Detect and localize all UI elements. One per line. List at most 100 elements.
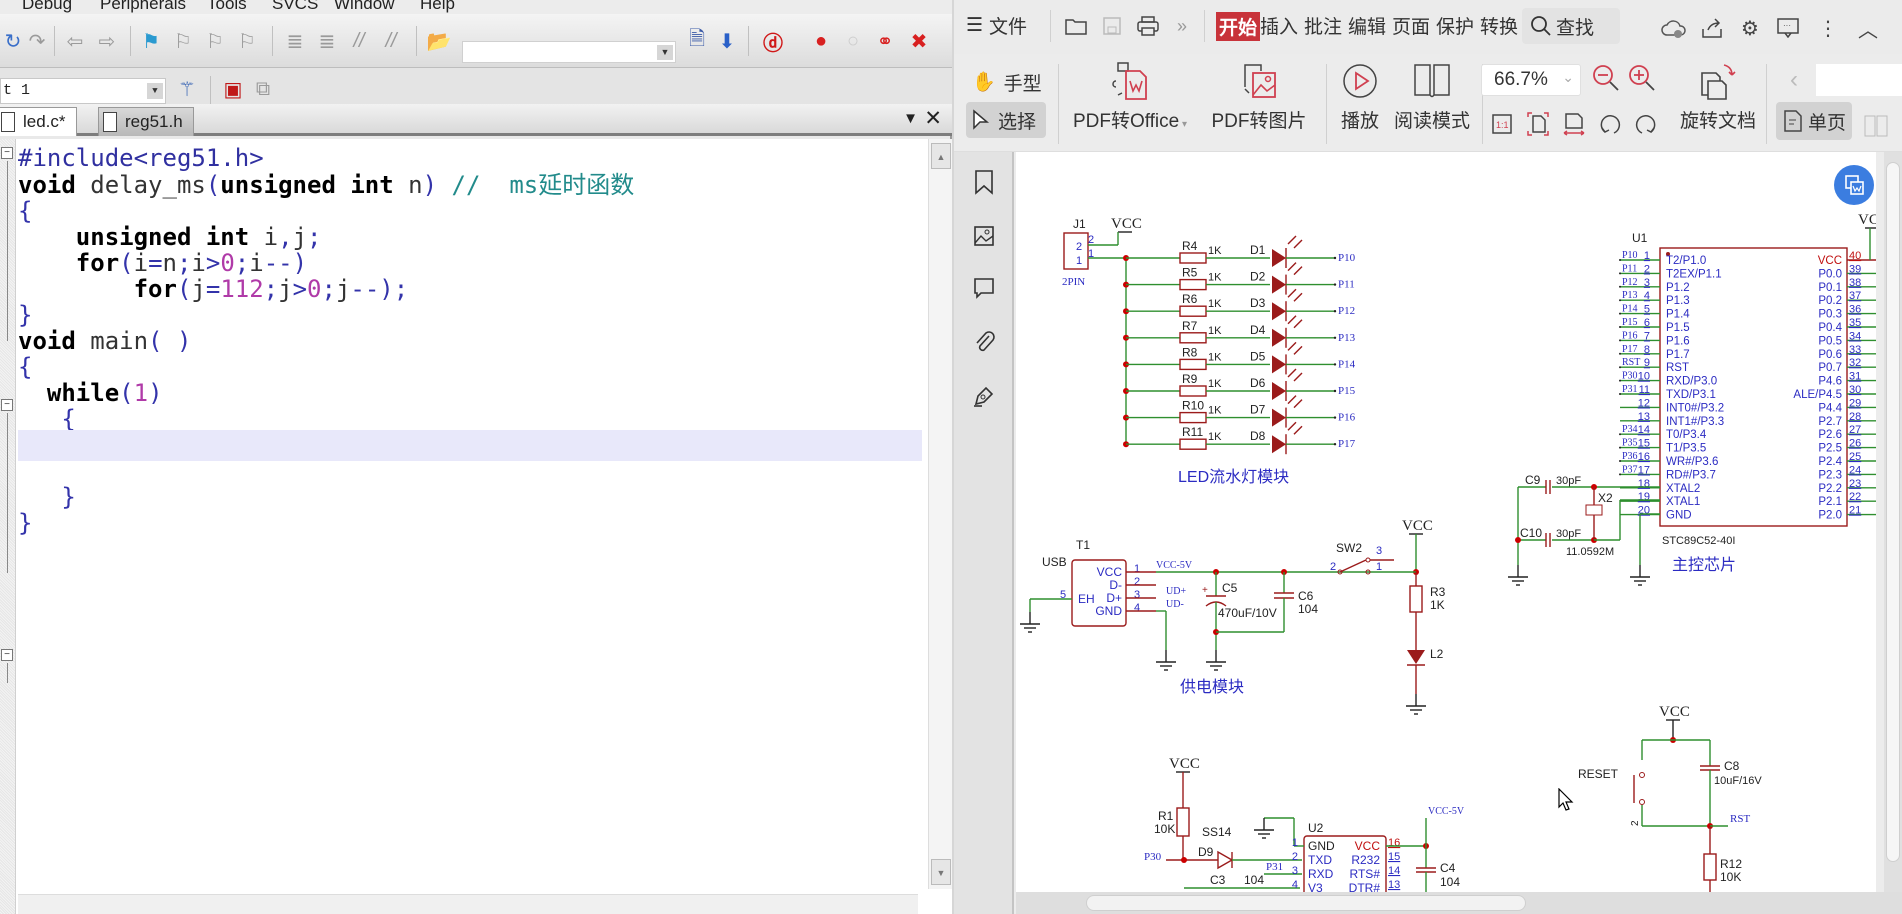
toolbar-separator (54, 26, 55, 56)
fold-toggle-icon[interactable]: − (1, 649, 13, 661)
pin-net: P30 (1622, 371, 1638, 382)
tab-edit[interactable]: 编辑 (1348, 12, 1386, 39)
pdf-to-office-button[interactable]: PDF转Office ▾ (1070, 56, 1190, 133)
nav-back-icon[interactable]: ⇦ (62, 28, 88, 54)
pdf-horizontal-scrollbar[interactable] (1016, 892, 1902, 914)
target-select[interactable]: t 1 ▼ (0, 78, 166, 104)
switch-ref: SW2 (1336, 541, 1362, 555)
vcc-label: VCC (1169, 756, 1200, 772)
share-icon[interactable] (1698, 14, 1726, 42)
breakpoint-disable-all-icon[interactable]: ⚭ (872, 28, 898, 54)
menu-svcs[interactable]: SVCS (272, 0, 318, 14)
cloud-sync-icon[interactable] (1660, 14, 1688, 42)
zoom-out-icon[interactable] (1592, 64, 1620, 92)
bookmark-prev-icon[interactable]: ⚐ (170, 28, 196, 54)
chevron-down-icon[interactable]: ▼ (147, 83, 163, 99)
tab-protect[interactable]: 保护 (1436, 12, 1474, 39)
quick-convert-button[interactable] (1834, 165, 1874, 205)
unindent-icon[interactable]: ≣ (314, 28, 340, 54)
uncomment-icon[interactable]: // (378, 28, 404, 54)
tab-led-c[interactable]: led.c* (0, 107, 77, 136)
find-combo[interactable]: ▼ (462, 41, 676, 63)
rotate-document-button[interactable]: 旋转文档 (1672, 56, 1764, 133)
scroll-down-icon[interactable]: ▼ (931, 859, 951, 885)
tab-start[interactable]: 开始 (1216, 12, 1261, 41)
select-packs-icon[interactable]: ⧉ (250, 76, 276, 102)
tab-convert[interactable]: 转换 (1480, 12, 1518, 39)
open-folder-icon[interactable] (1062, 12, 1090, 40)
more-chevron-icon[interactable]: » (1168, 12, 1196, 40)
chevron-down-icon[interactable]: ▼ (657, 45, 673, 60)
bookmark-icon[interactable] (970, 168, 998, 196)
single-page-button[interactable]: 单页 (1776, 102, 1852, 140)
scroll-up-icon[interactable]: ▲ (931, 143, 951, 169)
feedback-icon[interactable]: ··· (1774, 14, 1802, 42)
search-button[interactable]: 查找 (1522, 8, 1620, 44)
hand-tool-button[interactable]: ✋ 手型 (966, 64, 1046, 100)
more-options-icon[interactable]: ⋮ (1814, 14, 1842, 42)
comment-icon[interactable] (970, 274, 998, 302)
tab-insert[interactable]: 插入 (1260, 12, 1298, 39)
play-button[interactable]: 播放 (1328, 56, 1392, 133)
attachment-icon[interactable] (970, 328, 998, 356)
select-tool-button[interactable]: 选择 (966, 102, 1046, 138)
close-icon[interactable]: ✕ (924, 106, 942, 131)
bookmark-next-icon[interactable]: ⚐ (202, 28, 228, 54)
save-icon[interactable] (1098, 12, 1126, 40)
incremental-find-icon[interactable]: ⬇ (714, 28, 740, 54)
collapse-ribbon-icon[interactable]: ︿ (1854, 14, 1882, 42)
redo-disabled-icon[interactable]: ↷ (24, 28, 50, 54)
fit-page-icon[interactable] (1524, 110, 1552, 138)
fold-toggle-icon[interactable]: − (1, 399, 13, 411)
editor-horizontal-scrollbar[interactable] (18, 894, 918, 914)
bookmark-flag-icon[interactable]: ⚑ (138, 28, 164, 54)
tab-reg51-h[interactable]: reg51.h (98, 107, 194, 136)
rotate-left-icon[interactable] (1596, 110, 1624, 138)
breakpoint-disable-icon[interactable]: ○ (840, 28, 866, 54)
scrollbar-thumb[interactable] (1886, 162, 1900, 862)
breakpoint-kill-all-icon[interactable]: ✖ (906, 28, 932, 54)
menu-debug[interactable]: Debug (22, 0, 72, 14)
gear-icon[interactable]: ⚙ (1736, 14, 1764, 42)
rotate-right-icon[interactable] (1632, 110, 1660, 138)
bookmark-clear-icon[interactable]: ⚐ (234, 28, 260, 54)
fit-width-icon[interactable] (1560, 110, 1588, 138)
redo-icon[interactable]: ↻ (0, 28, 26, 54)
page-number-input[interactable] (1816, 64, 1902, 96)
read-mode-button[interactable]: 阅读模式 (1390, 56, 1474, 133)
find-in-files-icon[interactable]: 📂 (426, 28, 452, 54)
actual-size-icon[interactable]: 1:1 (1488, 110, 1516, 138)
fold-toggle-icon[interactable]: − (1, 147, 13, 159)
code-line[interactable]: } (18, 508, 922, 539)
scrollbar-thumb[interactable] (1086, 895, 1526, 911)
pdf-viewer-window: ☰ 文件 » 开始 插入 批注 编辑 页面 保护 转换 查找 ⚙ ··· ⋮ ︿… (954, 0, 1902, 914)
options-wand-icon[interactable]: ⚚ (174, 76, 200, 102)
manage-components-icon[interactable]: ▣ (220, 76, 246, 102)
find-icon[interactable]: 🗎 (684, 28, 710, 54)
indent-icon[interactable]: ≣ (282, 28, 308, 54)
pdf-to-image-button[interactable]: PDF转图片 (1204, 56, 1314, 133)
comment-icon[interactable]: // (346, 28, 372, 54)
pdf-vertical-scrollbar[interactable] (1884, 152, 1902, 892)
nav-forward-icon[interactable]: ⇨ (94, 28, 120, 54)
tab-annotate[interactable]: 批注 (1304, 12, 1342, 39)
prev-page-icon[interactable]: ‹ (1780, 66, 1808, 94)
tab-page[interactable]: 页面 (1392, 12, 1430, 39)
print-icon[interactable] (1134, 12, 1162, 40)
double-page-icon[interactable] (1862, 112, 1890, 140)
menu-peripherals[interactable]: Peripherals (100, 0, 186, 14)
thumbnail-image-icon[interactable] (970, 222, 998, 250)
code-editor[interactable]: − − − #include<reg51.h> void delay_ms(uns… (0, 139, 952, 914)
menu-window[interactable]: Window (334, 0, 394, 14)
editor-vertical-scrollbar[interactable]: ▲ ▼ (928, 139, 952, 889)
debug-session-icon[interactable]: ⓓ (760, 28, 786, 55)
breakpoint-icon[interactable]: ● (808, 28, 834, 54)
menu-tools[interactable]: Tools (207, 0, 247, 14)
pdf-page-canvas[interactable]: J1 2 1 2 1 2PIN VCC R4 1K D1 P10 R5 1K D2 P11 R6 1K D3 P12… (1016, 152, 1876, 892)
menu-help[interactable]: Help (420, 0, 455, 14)
signature-pen-icon[interactable] (970, 382, 998, 410)
zoom-in-icon[interactable] (1628, 64, 1656, 92)
tab-list-button[interactable]: ▼ (903, 110, 918, 127)
zoom-level-select[interactable]: 66.7% ⌄ (1481, 64, 1581, 96)
file-menu-button[interactable]: ☰ 文件 (966, 12, 1027, 39)
